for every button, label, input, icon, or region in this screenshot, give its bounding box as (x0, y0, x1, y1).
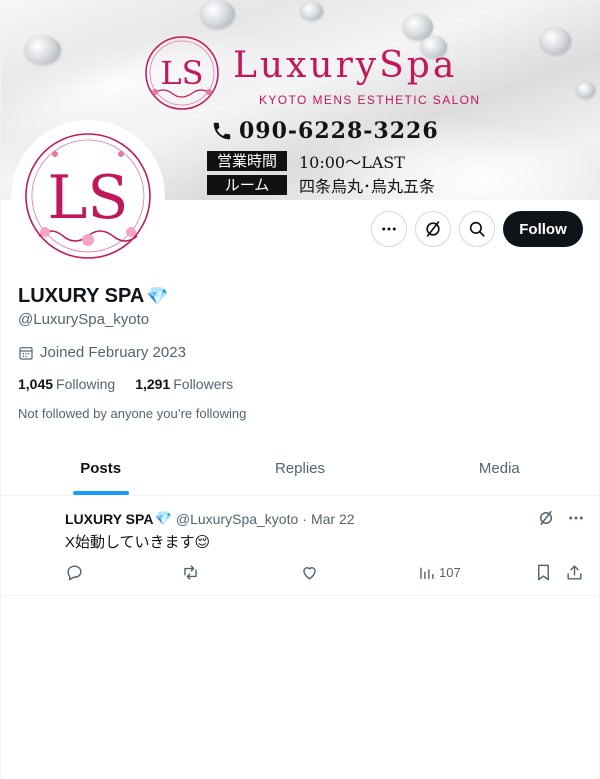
post-separator: · (302, 510, 307, 527)
svg-text:LS: LS (48, 163, 129, 233)
brand-emblem-logo: LS (145, 36, 219, 110)
reply-button[interactable] (65, 563, 84, 582)
profile-handle: @LuxurySpa_kyoto (18, 311, 150, 328)
crystal-decoration (201, 0, 235, 28)
more-icon (382, 227, 396, 231)
tab-media[interactable]: Media (400, 442, 599, 495)
gem-emoji: 💎 (154, 510, 172, 526)
profile-name: LUXURY SPA 💎 (18, 285, 169, 308)
hours-value: 10:00～LAST (299, 153, 405, 172)
avatar[interactable]: LS (11, 120, 165, 274)
repost-icon (184, 565, 197, 580)
brand-subtitle: KYOTO MENS ESTHETIC SALON (259, 93, 481, 107)
gem-emoji: 💎 (146, 286, 169, 306)
svg-text:LS: LS (160, 54, 203, 92)
tab-replies[interactable]: Replies (200, 442, 399, 495)
post-text: X始動していきます😌 (65, 534, 211, 551)
followers-count: 1,291 (135, 376, 171, 392)
post-tools (537, 509, 585, 527)
post-author-handle[interactable]: @LuxurySpa_kyoto (176, 511, 298, 527)
crystal-decoration (25, 36, 61, 64)
crystal-decoration (541, 28, 571, 54)
following-link[interactable]: 1,045 Following (18, 376, 115, 392)
room-row: ルーム 四条烏丸･烏丸五条 (207, 175, 436, 196)
crystal-decoration (577, 82, 595, 98)
crystal-decoration (301, 2, 323, 20)
repost-button[interactable] (181, 563, 200, 582)
room-value: 四条烏丸･烏丸五条 (299, 177, 436, 196)
profile-tabs: Posts Replies Media (1, 442, 599, 496)
views-chart-icon (420, 567, 434, 579)
share-icon (567, 565, 582, 580)
post-actions: 107 (65, 563, 585, 585)
more-button[interactable] (371, 211, 407, 247)
post-header: LUXURY SPA 💎 @LuxurySpa_kyoto · Mar 22 (65, 510, 355, 527)
hours-row: 営業時間 10:00～LAST (207, 151, 405, 172)
room-tag: ルーム (207, 175, 287, 195)
hours-tag: 営業時間 (207, 151, 287, 171)
bookmark-button[interactable] (534, 563, 553, 582)
search-icon (469, 221, 485, 237)
phone-number: 090-6228-3226 (239, 118, 439, 144)
profile-name-text: LUXURY SPA (18, 285, 145, 307)
share-button[interactable] (565, 563, 584, 582)
reply-icon (67, 565, 82, 581)
following-count: 1,045 (18, 376, 54, 392)
following-label: Following (56, 376, 116, 392)
followers-link[interactable]: 1,291 Followers (135, 376, 233, 392)
calendar-icon (19, 346, 33, 360)
views-button[interactable]: 107 (417, 563, 461, 582)
more-icon[interactable] (567, 509, 585, 527)
avatar-logo: LS (15, 124, 161, 270)
bookmark-icon (538, 564, 549, 581)
profile-page: LS LuxurySpa KYOTO MENS ESTHETIC SALON 0… (0, 0, 600, 779)
views-count: 107 (439, 565, 461, 580)
follow-button[interactable]: Follow (503, 211, 583, 247)
banner-phone: 090-6228-3226 (211, 118, 439, 144)
follow-stats: 1,045 Following 1,291 Followers (18, 376, 233, 392)
like-button[interactable] (300, 563, 319, 582)
post-date[interactable]: Mar 22 (311, 511, 355, 527)
joined-date: Joined February 2023 (18, 344, 186, 361)
post-item[interactable]: LUXURY SPA 💎 @LuxurySpa_kyoto · Mar 22 X… (1, 497, 599, 596)
phone-icon (213, 122, 231, 140)
grok-icon[interactable] (537, 509, 555, 527)
post-author-name[interactable]: LUXURY SPA (65, 511, 153, 527)
joined-text: Joined February 2023 (40, 344, 186, 361)
grok-icon (426, 220, 440, 238)
followers-label: Followers (173, 376, 234, 392)
not-followed-notice: Not followed by anyone you’re following (18, 406, 247, 421)
search-button[interactable] (459, 211, 495, 247)
grok-button[interactable] (415, 211, 451, 247)
tab-posts[interactable]: Posts (1, 442, 200, 495)
brand-title: LuxurySpa (233, 45, 458, 86)
heart-icon (303, 567, 316, 580)
